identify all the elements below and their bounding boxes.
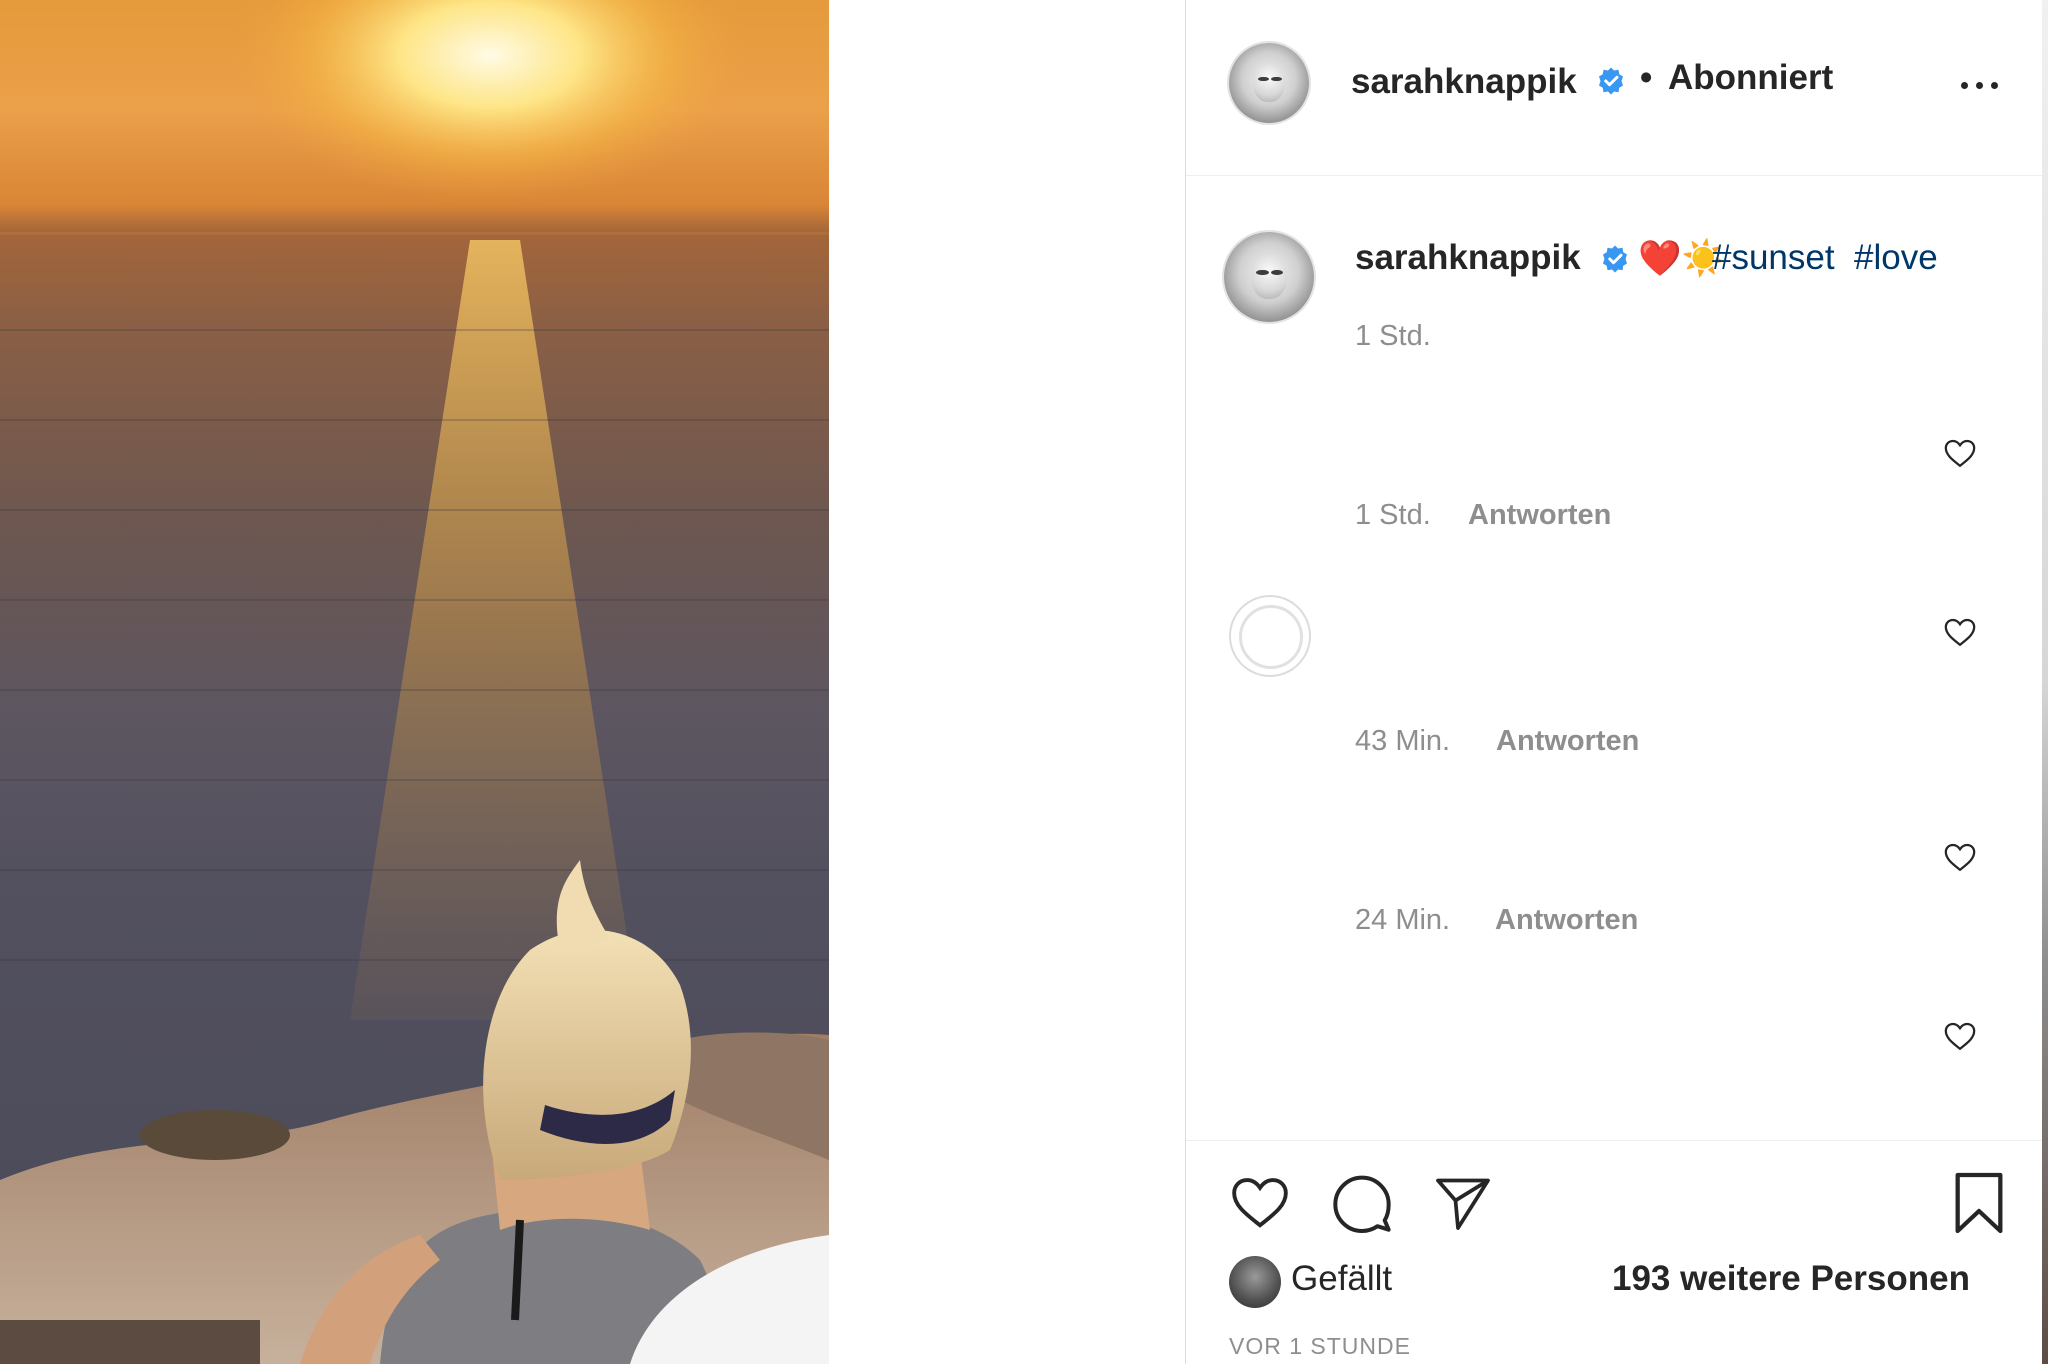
verified-badge-icon (1603, 245, 1627, 273)
reply-button[interactable]: Antworten (1496, 725, 1639, 758)
likes-count-link[interactable]: 193 weitere Personen (1612, 1259, 1970, 1299)
reply-button[interactable]: Antworten (1468, 499, 1611, 532)
comment-time: 43 Min. (1355, 725, 1451, 757)
bookmark-icon[interactable] (1950, 1171, 2008, 1235)
reply-button[interactable]: Antworten (1495, 904, 1638, 937)
post-details-panel: sarahknappik • Abonniert sarahknappik ❤️… (1185, 0, 2044, 1364)
avatar-face (1251, 251, 1287, 299)
avatar-face (1253, 60, 1285, 103)
more-options-button[interactable] (1959, 70, 2003, 98)
comment-like-heart-icon[interactable] (1943, 615, 1977, 649)
post-actions: Gefällt 193 weitere Personen VOR 1 STUND… (1186, 1140, 2043, 1365)
background-gap (829, 0, 1185, 1364)
caption-username[interactable]: sarahknappik (1355, 238, 1581, 278)
avatar-ring (1239, 605, 1303, 669)
share-send-icon[interactable] (1431, 1173, 1495, 1233)
comment-avatar[interactable] (1231, 597, 1309, 675)
profile-avatar[interactable] (1229, 43, 1309, 123)
post-photo[interactable] (0, 0, 829, 1364)
post-header: sarahknappik • Abonniert (1186, 0, 2043, 176)
verified-badge-icon (1599, 67, 1623, 95)
dot-icon (1991, 82, 1998, 89)
comment-time: 24 Min. (1355, 904, 1451, 936)
comment-bubble-icon[interactable] (1330, 1171, 1394, 1235)
follow-status[interactable]: Abonniert (1668, 58, 1833, 98)
sunset-photo-illustration (0, 0, 829, 1364)
hashtag-sunset[interactable]: #sunset (1712, 238, 1835, 278)
comment-like-heart-icon[interactable] (1943, 436, 1977, 470)
dot-icon (1976, 82, 1983, 89)
post-timestamp: VOR 1 STUNDE (1229, 1333, 1411, 1359)
caption-avatar[interactable] (1224, 232, 1314, 322)
like-heart-icon[interactable] (1227, 1171, 1293, 1233)
comment-time: 1 Std. (1355, 499, 1431, 531)
separator-dot: • (1640, 58, 1653, 97)
caption-time: 1 Std. (1355, 320, 1431, 352)
dot-icon (1961, 82, 1968, 89)
liker-avatar[interactable] (1229, 1256, 1281, 1308)
hashtag-love[interactable]: #love (1854, 238, 1938, 278)
comment-like-heart-icon[interactable] (1943, 1019, 1977, 1053)
likes-prefix: Gefällt (1291, 1259, 1393, 1298)
window-edge (2042, 0, 2048, 1364)
comment-like-heart-icon[interactable] (1943, 840, 1977, 874)
header-username[interactable]: sarahknappik (1351, 62, 1577, 102)
